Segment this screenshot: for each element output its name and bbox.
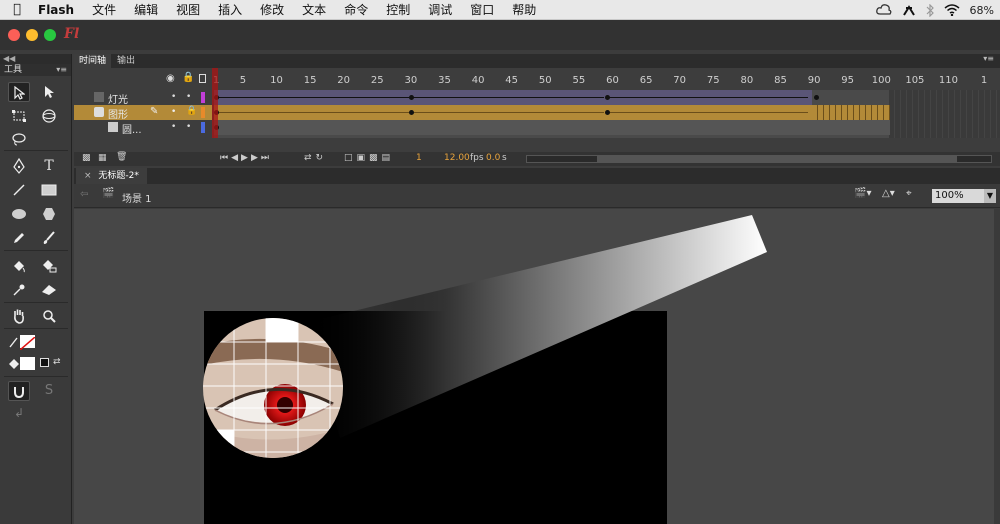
light-beam[interactable] (308, 215, 767, 438)
flash-app:  Flash 文件 编辑 视图 插入 修改 文本 命令 控制 调试 窗口 帮助… (0, 0, 1000, 524)
stage-vscrollbar[interactable] (994, 209, 1000, 524)
eye-circle[interactable] (203, 318, 343, 458)
stage-artwork (203, 215, 767, 458)
